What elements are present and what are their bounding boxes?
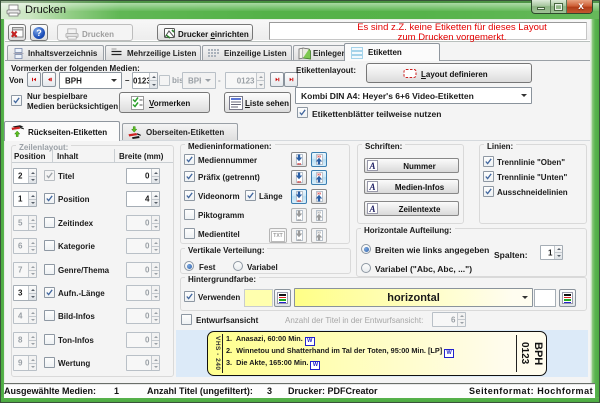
svg-text:xx: xx	[317, 191, 322, 196]
svg-text:xx: xx	[297, 237, 302, 242]
svg-text:xx: xx	[317, 230, 322, 235]
svg-text:xx: xx	[297, 217, 302, 222]
svg-text:xx: xx	[317, 172, 322, 177]
svg-text:xx: xx	[297, 179, 302, 184]
svg-text:xx: xx	[297, 161, 302, 166]
svg-text:xx: xx	[317, 210, 322, 215]
svg-text:xx: xx	[317, 154, 322, 159]
svg-text:xx: xx	[297, 198, 302, 203]
